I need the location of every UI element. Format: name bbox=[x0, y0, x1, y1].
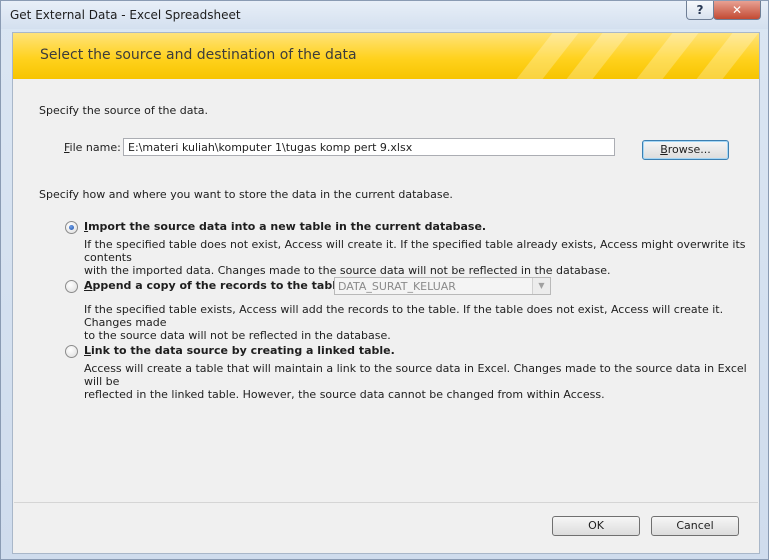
link-option-description: Access will create a table that will mai… bbox=[84, 362, 747, 401]
import-option-description: If the specified table does not exist, A… bbox=[84, 238, 746, 277]
link-radio[interactable] bbox=[65, 345, 78, 358]
close-button[interactable]: ✕ bbox=[713, 1, 761, 20]
title-bar[interactable]: Get External Data - Excel Spreadsheet ? … bbox=[1, 1, 768, 29]
header-banner: Select the source and destination of the… bbox=[13, 33, 759, 79]
dialog-content: Select the source and destination of the… bbox=[12, 32, 760, 554]
ok-button[interactable]: OK bbox=[552, 516, 640, 536]
close-icon: ✕ bbox=[731, 3, 743, 17]
footer-divider bbox=[14, 502, 758, 503]
append-radio[interactable] bbox=[65, 280, 78, 293]
chevron-down-icon[interactable]: ▼ bbox=[532, 278, 550, 294]
store-instruction: Specify how and where you want to store … bbox=[39, 188, 453, 201]
file-name-label: File name: bbox=[64, 141, 121, 154]
banner-heading: Select the source and destination of the… bbox=[40, 47, 357, 63]
help-icon: ? bbox=[696, 3, 704, 17]
import-option-label[interactable]: Import the source data into a new table … bbox=[84, 220, 486, 233]
append-option-label[interactable]: Append a copy of the records to the tabl… bbox=[84, 279, 348, 292]
dialog-window: Get External Data - Excel Spreadsheet ? … bbox=[0, 0, 769, 560]
append-option-description: If the specified table exists, Access wi… bbox=[84, 303, 724, 342]
import-radio[interactable] bbox=[65, 221, 78, 234]
append-table-value: DATA_SURAT_KELUAR bbox=[338, 280, 456, 293]
radio-selected-dot bbox=[69, 225, 74, 230]
browse-button[interactable]: Browse... bbox=[642, 140, 729, 160]
link-option-label[interactable]: Link to the data source by creating a li… bbox=[84, 344, 395, 357]
file-name-input[interactable]: E:\materi kuliah\komputer 1\tugas komp p… bbox=[123, 138, 615, 156]
window-title: Get External Data - Excel Spreadsheet bbox=[10, 8, 241, 22]
append-table-select[interactable]: DATA_SURAT_KELUAR ▼ bbox=[334, 277, 551, 295]
source-instruction: Specify the source of the data. bbox=[39, 104, 209, 117]
cancel-button[interactable]: Cancel bbox=[651, 516, 739, 536]
help-button[interactable]: ? bbox=[686, 1, 714, 20]
